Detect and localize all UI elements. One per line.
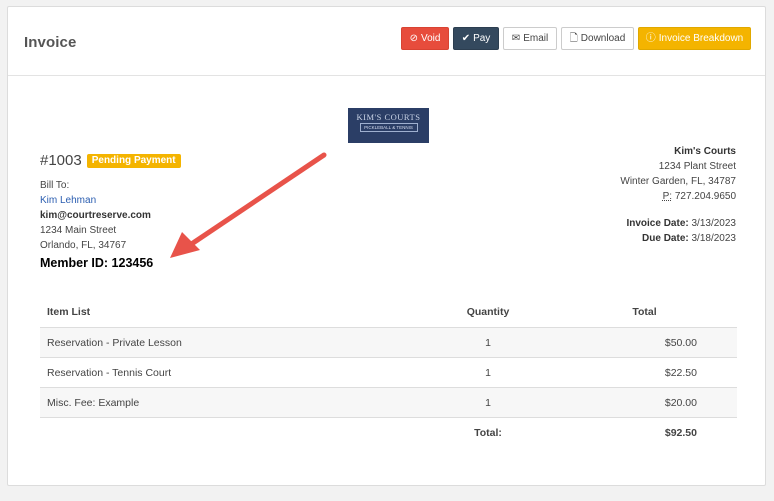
item-quantity: 1 <box>431 357 545 388</box>
invoice-items-table: Item List Quantity Total Reservation - P… <box>40 297 737 447</box>
member-id: Member ID: 123456 <box>40 256 154 270</box>
phone-label: P: <box>662 191 673 202</box>
customer-email: kim@courtreserve.com <box>40 210 151 221</box>
invoice-date-label: Invoice Date: <box>626 218 689 229</box>
company-phone: P: 727.204.9650 <box>620 189 736 204</box>
table-row: Misc. Fee: Example 1 $20.00 <box>40 387 737 418</box>
logo-tagline: PICKLEBALL & TENNIS <box>359 123 418 132</box>
item-name: Misc. Fee: Example <box>40 387 431 418</box>
invoice-panel: Invoice ⊘ Void ✔ Pay ✉ Email 🗋 Download … <box>7 6 766 486</box>
customer-city: Orlando, FL, 34767 <box>40 240 127 251</box>
email-button[interactable]: ✉ Email <box>503 27 557 50</box>
void-button-label: Void <box>420 33 441 44</box>
envelope-icon: ✉ <box>511 32 521 44</box>
bill-to-block: Bill To: Kim Lehman kim@courtreserve.com… <box>40 178 153 271</box>
due-date-label: Due Date: <box>642 233 689 244</box>
company-info: Kim's Courts 1234 Plant Street Winter Ga… <box>620 144 736 246</box>
phone-number: 727.204.9650 <box>674 191 736 202</box>
file-icon: 🗋 <box>569 32 578 44</box>
total-value: $92.50 <box>664 426 697 439</box>
header-quantity: Quantity <box>431 297 545 328</box>
invoice-dates: Invoice Date: 3/13/2023 Due Date: 3/18/2… <box>620 216 736 246</box>
download-button-label: Download <box>580 33 626 44</box>
customer-name-link[interactable]: Kim Lehman <box>40 193 153 208</box>
company-street: 1234 Plant Street <box>658 161 736 172</box>
info-circle-icon: ⓘ <box>645 32 656 44</box>
item-total: $50.00 <box>545 327 737 358</box>
status-badge: Pending Payment <box>86 153 181 168</box>
table-row: Reservation - Private Lesson 1 $50.00 <box>40 327 737 358</box>
download-button[interactable]: 🗋 Download <box>561 27 634 50</box>
due-date-row: Due Date: 3/18/2023 <box>620 231 736 246</box>
email-button-label: Email <box>523 33 549 44</box>
total-spacer <box>40 418 431 448</box>
item-name: Reservation - Tennis Court <box>40 357 431 388</box>
panel-header: Invoice ⊘ Void ✔ Pay ✉ Email 🗋 Download … <box>8 7 765 76</box>
item-quantity: 1 <box>431 387 545 418</box>
total-row: Total: $92.50 <box>40 418 737 448</box>
item-total: $20.00 <box>545 387 737 418</box>
table-row: Reservation - Tennis Court 1 $22.50 <box>40 357 737 388</box>
company-name: Kim's Courts <box>674 146 736 157</box>
item-total: $22.50 <box>545 357 737 388</box>
pay-button-label: Pay <box>473 33 491 44</box>
invoice-number: #1003 <box>40 152 82 169</box>
invoice-date: 3/13/2023 <box>691 218 737 229</box>
check-icon: ✔ <box>461 32 471 44</box>
logo-name: KIM'S COURTS <box>356 112 421 122</box>
company-logo: KIM'S COURTS PICKLEBALL & TENNIS <box>348 108 429 143</box>
header-total: Total <box>545 297 737 328</box>
bill-to-label: Bill To: <box>40 180 70 191</box>
header-item-list: Item List <box>40 297 431 328</box>
item-quantity: 1 <box>431 327 545 358</box>
company-city: Winter Garden, FL, 34787 <box>620 176 736 187</box>
toolbar: ⊘ Void ✔ Pay ✉ Email 🗋 Download ⓘ Invoic… <box>401 27 751 50</box>
pay-button[interactable]: ✔ Pay <box>453 27 499 50</box>
due-date: 3/18/2023 <box>691 233 737 244</box>
void-button[interactable]: ⊘ Void <box>401 27 449 50</box>
invoice-breakdown-button[interactable]: ⓘ Invoice Breakdown <box>638 27 751 50</box>
total-label: Total: <box>474 426 502 439</box>
invoice-date-row: Invoice Date: 3/13/2023 <box>620 216 736 231</box>
page-title: Invoice <box>24 34 77 51</box>
ban-icon: ⊘ <box>409 32 418 44</box>
customer-street: 1234 Main Street <box>40 225 117 236</box>
table-header-row: Item List Quantity Total <box>40 297 737 328</box>
invoice-breakdown-button-label: Invoice Breakdown <box>658 33 744 44</box>
item-name: Reservation - Private Lesson <box>40 327 431 358</box>
invoice-number-row: #1003 Pending Payment <box>40 152 181 169</box>
